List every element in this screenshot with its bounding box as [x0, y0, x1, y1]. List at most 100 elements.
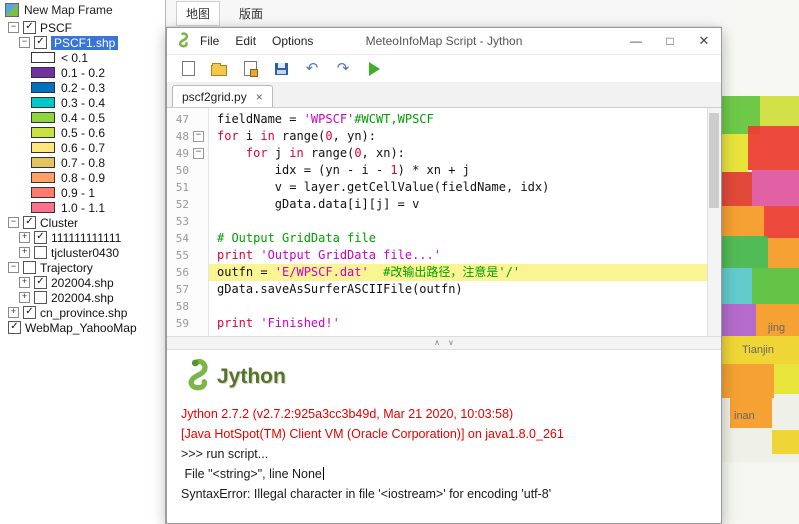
tab-close-icon[interactable]: ×: [256, 90, 263, 104]
legend-label[interactable]: 0.2 - 0.3: [61, 81, 105, 95]
layer-checkbox[interactable]: [34, 291, 47, 304]
legend-item[interactable]: 0.7 - 0.8: [0, 155, 165, 170]
undo-button[interactable]: ↶: [300, 58, 324, 80]
collapse-down-icon[interactable]: ∨: [448, 339, 454, 347]
legend-item[interactable]: 0.5 - 0.6: [0, 125, 165, 140]
legend-item[interactable]: 0.3 - 0.4: [0, 95, 165, 110]
layer-item[interactable]: −✓ PSCF1.shp: [0, 35, 165, 50]
expand-icon[interactable]: +: [19, 277, 30, 288]
code-line[interactable]: print 'Finished!': [209, 315, 708, 332]
code-line[interactable]: [209, 298, 708, 315]
maximize-button[interactable]: □: [653, 28, 687, 54]
layer-checkbox[interactable]: ✓: [34, 276, 47, 289]
layer-item[interactable]: −✓ PSCF: [0, 20, 165, 35]
script-titlebar[interactable]: File Edit Options MeteoInfoMap Script - …: [167, 28, 721, 55]
layer-label[interactable]: cn_province.shp: [40, 306, 127, 320]
legend-item[interactable]: 0.4 - 0.5: [0, 110, 165, 125]
menu-options[interactable]: Options: [272, 34, 313, 48]
new-file-button[interactable]: [176, 58, 200, 80]
layer-item[interactable]: − Trajectory: [0, 260, 165, 275]
collapse-icon[interactable]: −: [8, 262, 19, 273]
run-script-button[interactable]: [362, 58, 386, 80]
legend-label[interactable]: 0.8 - 0.9: [61, 171, 105, 185]
collapse-up-icon[interactable]: ∧: [434, 339, 440, 347]
layer-label[interactable]: PSCF: [40, 21, 72, 35]
legend-label[interactable]: 0.3 - 0.4: [61, 96, 105, 110]
scrollbar-thumb[interactable]: [709, 113, 719, 208]
layer-label[interactable]: WebMap_YahooMap: [25, 321, 137, 335]
code-line[interactable]: print 'Output GridData file...': [209, 247, 708, 264]
layer-checkbox[interactable]: ✓: [23, 306, 36, 319]
expand-icon[interactable]: +: [19, 247, 30, 258]
open-folder-button[interactable]: [207, 58, 231, 80]
layer-label[interactable]: Cluster: [40, 216, 78, 230]
legend-item[interactable]: < 0.1: [0, 50, 165, 65]
layer-item[interactable]: + ✓ cn_province.shp: [0, 305, 165, 320]
tab-pscf2grid[interactable]: pscf2grid.py ×: [172, 85, 273, 107]
legend-item[interactable]: 0.1 - 0.2: [0, 65, 165, 80]
layer-checkbox[interactable]: [23, 261, 36, 274]
close-button[interactable]: ✕: [687, 28, 721, 54]
collapse-icon[interactable]: −: [19, 37, 30, 48]
code-line[interactable]: # Output GridData file: [209, 230, 708, 247]
legend-label[interactable]: 0.5 - 0.6: [61, 126, 105, 140]
code-line[interactable]: idx = (yn - i - 1) * xn + j: [209, 162, 708, 179]
panel-splitter[interactable]: ∧ ∨: [167, 336, 721, 350]
legend-item[interactable]: 1.0 - 1.1: [0, 200, 165, 215]
redo-button[interactable]: ↷: [331, 58, 355, 80]
collapse-icon[interactable]: −: [8, 22, 19, 33]
map-view[interactable]: jingTianjininan: [722, 0, 799, 524]
legend-label[interactable]: 1.0 - 1.1: [61, 201, 105, 215]
tab-layout[interactable]: 版面: [230, 2, 272, 25]
layer-checkbox[interactable]: ✓: [8, 321, 21, 334]
layer-label[interactable]: tjcluster0430: [51, 246, 119, 260]
layer-checkbox[interactable]: ✓: [34, 36, 47, 49]
save-button[interactable]: [269, 58, 293, 80]
expand-icon[interactable]: +: [19, 232, 30, 243]
layer-item[interactable]: + ✓ 202004.shp: [0, 275, 165, 290]
code-editor[interactable]: 4748−49−50515253545556575859 fieldName =…: [167, 108, 721, 336]
menu-file[interactable]: File: [200, 34, 219, 48]
legend-label[interactable]: 0.6 - 0.7: [61, 141, 105, 155]
code-line[interactable]: for j in range(0, xn):: [209, 145, 708, 162]
code-line[interactable]: [209, 213, 708, 230]
legend-item[interactable]: 0.6 - 0.7: [0, 140, 165, 155]
editor-scrollbar[interactable]: [707, 108, 721, 336]
code-line[interactable]: gData.data[i][j] = v: [209, 196, 708, 213]
fold-icon[interactable]: −: [193, 131, 204, 142]
layer-label[interactable]: 202004.shp: [51, 291, 114, 305]
layer-label[interactable]: PSCF1.shp: [51, 36, 118, 50]
jython-console[interactable]: Jython Jython 2.7.2 (v2.7.2:925a3cc3b49d…: [167, 350, 721, 523]
layer-label[interactable]: 111111111111: [51, 231, 121, 245]
map-frame-header[interactable]: New Map Frame: [0, 0, 165, 20]
legend-label[interactable]: 0.4 - 0.5: [61, 111, 105, 125]
legend-label[interactable]: 0.1 - 0.2: [61, 66, 105, 80]
legend-label[interactable]: 0.9 - 1: [61, 186, 95, 200]
layer-item[interactable]: +✓111111111111: [0, 230, 165, 245]
layer-label[interactable]: 202004.shp: [51, 276, 114, 290]
save-as-button[interactable]: [238, 58, 262, 80]
legend-label[interactable]: 0.7 - 0.8: [61, 156, 105, 170]
editor-code[interactable]: fieldName = 'WPSCF'#WCWT,WPSCFfor i in r…: [209, 108, 708, 336]
layer-checkbox[interactable]: ✓: [23, 216, 36, 229]
expand-icon[interactable]: +: [19, 292, 30, 303]
layer-item[interactable]: +202004.shp: [0, 290, 165, 305]
expand-icon[interactable]: +: [8, 307, 19, 318]
layer-item[interactable]: −✓ Cluster: [0, 215, 165, 230]
fold-icon[interactable]: −: [193, 148, 204, 159]
minimize-button[interactable]: —: [619, 28, 653, 54]
layer-item[interactable]: ✓ WebMap_YahooMap: [0, 320, 165, 335]
layer-checkbox[interactable]: ✓: [23, 21, 36, 34]
legend-item[interactable]: 0.8 - 0.9: [0, 170, 165, 185]
code-line[interactable]: v = layer.getCellValue(fieldName, idx): [209, 179, 708, 196]
code-line[interactable]: outfn = 'E/WPSCF.dat' #改输出路径，注意是'/': [209, 264, 708, 281]
legend-label[interactable]: < 0.1: [61, 51, 88, 65]
tab-map[interactable]: 地图: [176, 1, 220, 26]
legend-item[interactable]: 0.9 - 1: [0, 185, 165, 200]
layer-item[interactable]: + tjcluster0430: [0, 245, 165, 260]
collapse-icon[interactable]: −: [8, 217, 19, 228]
layer-checkbox[interactable]: [34, 246, 47, 259]
code-line[interactable]: for i in range(0, yn):: [209, 128, 708, 145]
menu-edit[interactable]: Edit: [235, 34, 256, 48]
layer-label[interactable]: Trajectory: [40, 261, 93, 275]
